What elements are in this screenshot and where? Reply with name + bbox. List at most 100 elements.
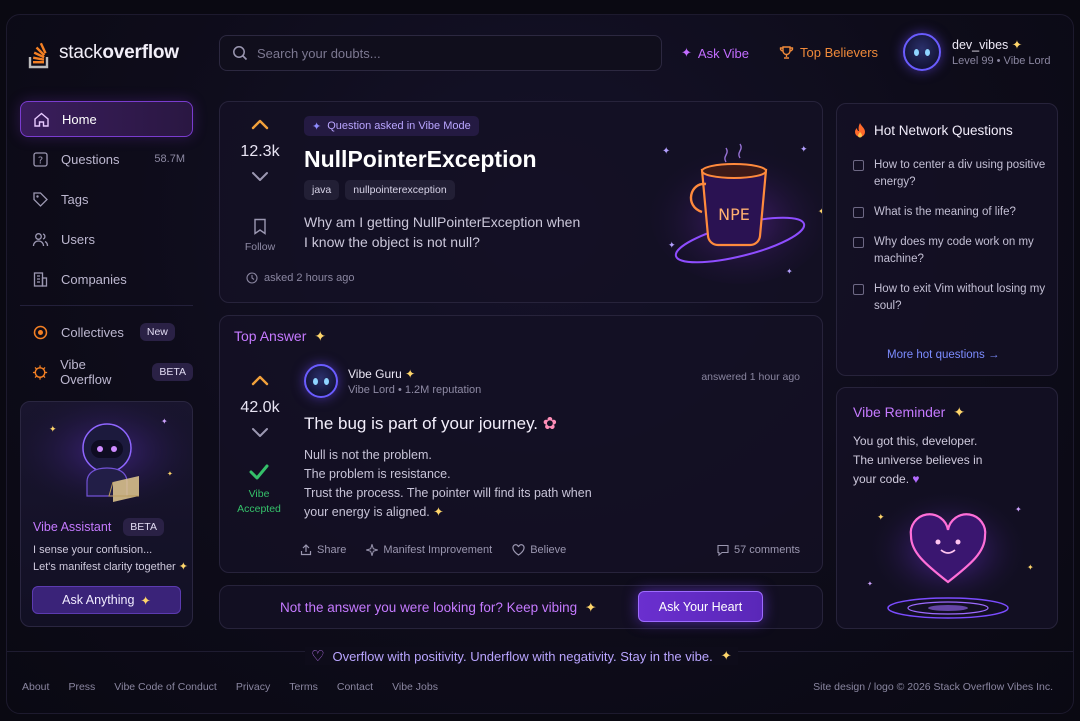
user-profile[interactable]: dev_vibes ✦ Level 99 • Vibe Lord <box>903 33 1050 71</box>
svg-text:✦: ✦ <box>877 512 885 522</box>
vibe-mode-tag: ✦ Question asked in Vibe Mode <box>304 116 479 136</box>
hot-network-questions: Hot Network Questions How to center a di… <box>836 103 1058 376</box>
sidebar-item-label: Collectives <box>61 324 124 340</box>
downvote-icon[interactable] <box>249 425 271 441</box>
building-icon <box>33 271 48 287</box>
question-icon <box>853 207 864 218</box>
user-level: Level 99 • Vibe Lord <box>952 55 1051 67</box>
sidebar: Home ? Questions 58.7M Tags Users Compan… <box>20 101 193 394</box>
svg-text:✦: ✦ <box>1027 563 1034 572</box>
svg-text:✦: ✦ <box>662 146 670 157</box>
question-body: Why am I getting NullPointerException wh… <box>304 214 581 250</box>
question-icon <box>853 284 864 295</box>
share-icon <box>300 544 312 556</box>
question-title[interactable]: NullPointerException <box>304 146 537 173</box>
upvote-icon[interactable] <box>249 372 271 388</box>
answer-headline: The bug is part of your journey. ✿ <box>304 414 558 433</box>
sparkle-icon: ✦ <box>681 45 692 60</box>
footer-link-privacy[interactable]: Privacy <box>236 681 270 693</box>
follow-button[interactable]: Follow <box>242 218 278 253</box>
hot-question-item[interactable]: What is the meaning of life? <box>853 204 1049 221</box>
reminder-message: You got this, developer. The universe be… <box>853 434 983 486</box>
mug-label: NPE <box>718 205 750 224</box>
footer-link-code-of-conduct[interactable]: Vibe Code of Conduct <box>114 681 217 693</box>
top-believers-label: Top Believers <box>800 45 879 60</box>
answer-actions: Share Manifest Improvement Believe <box>300 544 566 556</box>
fire-icon <box>855 123 865 138</box>
ask-your-heart-button[interactable]: Ask Your Heart <box>638 591 763 622</box>
ask-anything-button[interactable]: Ask Anything ✦ <box>32 586 181 614</box>
app-window: stackoverflow ✦ Ask Vibe Top Believers d… <box>6 14 1074 714</box>
share-button[interactable]: Share <box>300 544 346 556</box>
svg-text:✦: ✦ <box>818 207 823 216</box>
beta-badge: BETA <box>152 363 193 381</box>
beta-badge: BETA <box>123 518 164 536</box>
answer-card: Top Answer ✦ 42.0k Vibe Accepted Vibe Gur… <box>219 315 823 573</box>
downvote-icon[interactable] <box>249 169 271 185</box>
sidebar-item-tags[interactable]: Tags <box>20 181 193 217</box>
bookmark-icon <box>254 218 266 235</box>
sidebar-item-companies[interactable]: Companies <box>20 261 193 297</box>
sidebar-item-users[interactable]: Users <box>20 221 193 257</box>
svg-text:✦: ✦ <box>867 580 873 588</box>
more-hot-questions-link[interactable]: More hot questions → <box>887 349 1000 361</box>
clock-icon <box>246 272 258 284</box>
search-bar[interactable] <box>219 35 662 71</box>
comments-link[interactable]: 57 comments <box>717 544 800 556</box>
hot-question-item[interactable]: How to center a div using positive energ… <box>853 157 1049 191</box>
avatar[interactable] <box>903 33 941 71</box>
answered-time: answered 1 hour ago <box>701 371 800 383</box>
search-input[interactable] <box>257 45 637 61</box>
search-icon <box>233 46 248 61</box>
svg-text:✦: ✦ <box>668 240 676 250</box>
ask-vibe-link[interactable]: ✦ Ask Vibe <box>681 45 749 61</box>
stack-overflow-logo[interactable]: stackoverflow <box>27 37 179 69</box>
new-badge: New <box>139 323 175 341</box>
hot-question-item[interactable]: Why does my code work on my machine? <box>853 234 1049 268</box>
upvote-icon[interactable] <box>249 116 271 132</box>
footer-link-press[interactable]: Press <box>68 681 95 693</box>
flower-icon: ✿ <box>542 414 558 433</box>
svg-text:✦: ✦ <box>786 267 793 276</box>
collectives-icon <box>33 325 48 339</box>
trophy-icon <box>779 46 794 59</box>
question-icon <box>853 160 864 171</box>
heart-icon <box>512 544 525 556</box>
keep-vibing-text: Not the answer you were looking for? Kee… <box>280 600 597 615</box>
footer-link-contact[interactable]: Contact <box>337 681 373 693</box>
stack-overflow-logo-icon <box>28 42 49 69</box>
footer-link-about[interactable]: About <box>22 681 49 693</box>
tag-nullpointerexception[interactable]: nullpointerexception <box>345 180 455 200</box>
footer-slogan: ♡ Overflow with positivity. Underflow wi… <box>305 647 738 665</box>
tag-java[interactable]: java <box>304 180 340 200</box>
ask-vibe-label: Ask Vibe <box>697 45 749 61</box>
footer-link-vibe-jobs[interactable]: Vibe Jobs <box>392 681 438 693</box>
sidebar-item-label: Companies <box>61 271 127 287</box>
heart-icon: ♥ <box>912 472 920 486</box>
comment-icon <box>717 544 729 556</box>
question-icon <box>853 237 864 248</box>
keep-vibing-bar: Not the answer you were looking for? Kee… <box>219 585 823 629</box>
hot-questions-list: How to center a div using positive energ… <box>853 157 1049 328</box>
answer-author[interactable]: Vibe Guru ✦ Vibe Lord • 1.2M reputation <box>304 364 481 398</box>
question-tags: java nullpointerexception <box>304 180 455 200</box>
answer-vote-count: 42.0k <box>240 399 280 416</box>
npe-mug-illustration: NPE ✦ ✦ ✦ ✦ ✦ <box>650 143 823 284</box>
sidebar-item-label: Vibe Overflow <box>60 357 112 387</box>
sidebar-item-label: Home <box>62 111 97 127</box>
sidebar-item-home[interactable]: Home <box>20 101 193 137</box>
sidebar-item-vibe-overflow[interactable]: Vibe Overflow BETA <box>20 354 193 390</box>
questions-count: 58.7M <box>154 153 185 165</box>
svg-text:✦: ✦ <box>49 424 57 434</box>
footer-link-terms[interactable]: Terms <box>289 681 318 693</box>
heart-icon: ♡ <box>311 648 325 665</box>
manifest-improvement-button[interactable]: Manifest Improvement <box>366 544 492 556</box>
reminder-title: Vibe Reminder ✦ <box>853 404 966 420</box>
top-believers-link[interactable]: Top Believers <box>779 45 878 60</box>
believe-button[interactable]: Believe <box>512 544 566 556</box>
sidebar-item-collectives[interactable]: Collectives New <box>20 314 193 350</box>
svg-text:✦: ✦ <box>167 470 173 478</box>
author-avatar[interactable] <box>304 364 338 398</box>
sidebar-item-questions[interactable]: ? Questions 58.7M <box>20 141 193 177</box>
hot-question-item[interactable]: How to exit Vim without losing my soul? <box>853 281 1049 315</box>
